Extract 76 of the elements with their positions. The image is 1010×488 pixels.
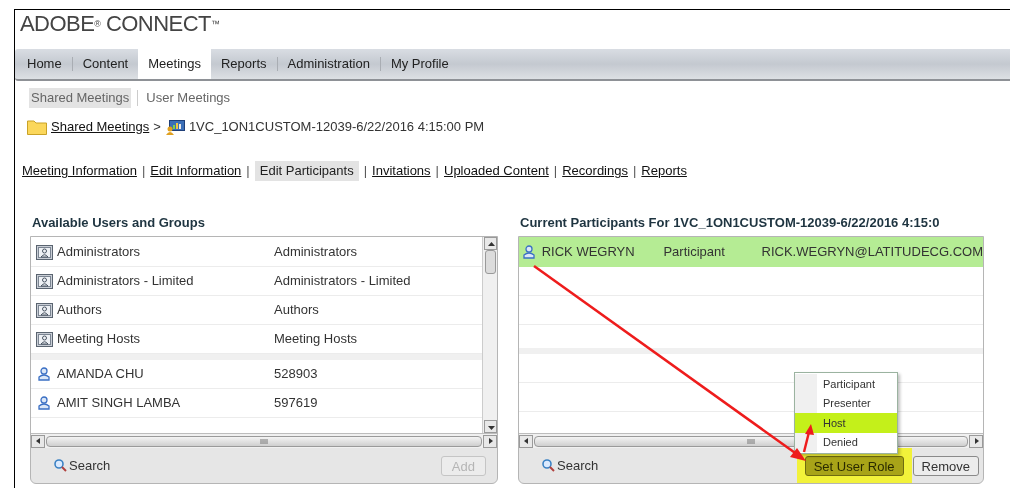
list-cell-text: Meeting Hosts: [274, 330, 358, 349]
breadcrumb-link[interactable]: Shared Meetings: [51, 117, 150, 137]
role-menu-item[interactable]: Denied: [795, 432, 897, 452]
meeting-tab-link[interactable]: Meeting Information: [22, 161, 137, 181]
panel-title: Available Users and Groups: [32, 214, 205, 229]
meeting-room-icon: [164, 119, 185, 135]
participant-name: RICK WEGRYN: [541, 243, 636, 262]
meeting-tab-link[interactable]: Recordings: [562, 161, 628, 181]
panel-title: Current Participants For 1VC_1ON1CUSTOM-12039-6/22/2016 4:15:0: [520, 214, 940, 229]
list-row[interactable]: Administrators Administrators: [31, 238, 482, 267]
search-icon: [542, 459, 555, 472]
right-arrow-icon[interactable]: [973, 438, 979, 444]
search-button[interactable]: Search: [542, 455, 599, 476]
grip-icon: [747, 438, 755, 444]
left-arrow-icon[interactable]: [35, 438, 41, 444]
role-action-button[interactable]: Remove: [912, 455, 979, 476]
link-separator: |: [362, 162, 369, 181]
list-cell-text: AMANDA CHU: [57, 365, 145, 384]
participant-email: RICK.WEGRYN@LATITUDECG.COM: [761, 243, 983, 262]
group-icon: [35, 244, 53, 260]
list-cell-text: Administrators - Limited: [57, 272, 195, 291]
list-cell-text: Meeting Hosts: [57, 330, 142, 349]
nav-tab[interactable]: Meetings: [138, 49, 211, 79]
list-row[interactable]: AMIT SINGH LAMBA 597619: [31, 389, 482, 418]
list-row[interactable]: AMANDA CHU 528903: [31, 360, 482, 389]
role-menu-item[interactable]: Participant: [795, 374, 897, 394]
list-row[interactable]: Administrators - Limited Administrators - Limited: [31, 267, 482, 296]
role-action-button[interactable]: Set User Role: [804, 455, 904, 476]
user-icon: [38, 367, 50, 381]
link-separator: |: [245, 162, 251, 181]
list-cell-text: Administrators - Limited: [274, 272, 411, 291]
horizontal-scrollbar[interactable]: [31, 433, 497, 448]
role-menu-item[interactable]: Presenter: [795, 393, 897, 413]
link-separator: |: [552, 162, 559, 181]
meeting-tab-link[interactable]: Uploaded Content: [444, 161, 549, 181]
nav-tab[interactable]: Home: [17, 49, 72, 79]
list-cell-text: Authors: [274, 301, 319, 320]
link-separator: |: [434, 162, 440, 181]
nav-tab[interactable]: Reports: [211, 49, 277, 79]
user-icon: [38, 396, 50, 410]
list-cell-text: Authors: [57, 301, 103, 320]
meeting-tab-link[interactable]: Invitations: [372, 161, 431, 181]
meeting-tab-link[interactable]: Reports: [641, 161, 687, 181]
link-separator: |: [631, 162, 638, 181]
folder-icon: [27, 119, 47, 135]
list-cell-text: AMIT SINGH LAMBA: [57, 394, 182, 413]
user-icon: [522, 245, 535, 259]
sub-tab[interactable]: User Meetings: [144, 88, 233, 108]
role-menu-item[interactable]: Host: [795, 413, 897, 433]
nav-tab[interactable]: Content: [72, 49, 139, 79]
group-icon: [35, 273, 53, 289]
nav-tab[interactable]: Administration: [277, 49, 380, 79]
list-row[interactable]: Authors Authors: [31, 296, 482, 325]
list-cell-text: Administrators: [274, 243, 358, 262]
scroll-thumb[interactable]: [484, 250, 496, 274]
left-arrow-icon[interactable]: [523, 438, 529, 444]
list-cell-text: 528903: [274, 365, 318, 384]
meeting-tab-link[interactable]: Edit Information: [150, 161, 242, 181]
group-icon: [35, 302, 53, 318]
right-arrow-icon[interactable]: [487, 438, 493, 444]
list-cell-text: Administrators: [57, 243, 142, 262]
participant-role: Participant: [663, 243, 726, 262]
meeting-tab-link[interactable]: Edit Participants: [254, 161, 359, 181]
search-icon: [54, 459, 67, 472]
vertical-scrollbar[interactable]: [482, 237, 497, 433]
list-cell-text: 597619: [274, 394, 318, 413]
search-button[interactable]: Search: [54, 455, 111, 476]
meeting-title: 1VC_1ON1CUSTOM-12039-6/22/2016 4:15:00 PM: [188, 118, 485, 137]
participant-row[interactable]: RICK WEGRYN Participant RICK.WEGRYN@LATITUDECG.COM: [519, 237, 983, 267]
nav-tab[interactable]: My Profile: [380, 49, 459, 79]
adobe-connect-logo: ADOBE$^{®}$ CONNECT$^{™}$: [20, 11, 220, 37]
breadcrumb-separator: >: [153, 118, 161, 137]
link-separator: |: [140, 162, 147, 181]
grip-icon: [260, 438, 268, 444]
sub-tab[interactable]: Shared Meetings: [29, 88, 132, 108]
group-icon: [35, 331, 53, 347]
